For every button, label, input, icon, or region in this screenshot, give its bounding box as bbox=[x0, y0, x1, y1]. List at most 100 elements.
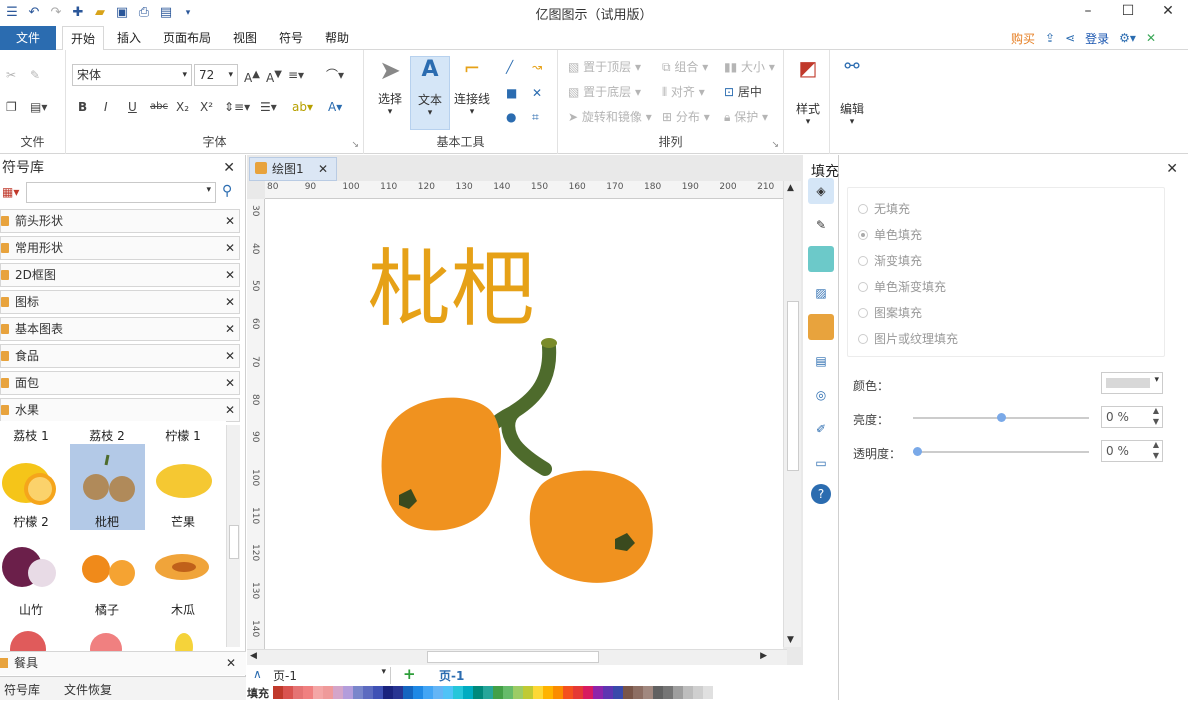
comment-icon[interactable]: ▭ bbox=[808, 450, 834, 476]
close-icon[interactable]: ✕ bbox=[225, 264, 235, 286]
color-swatch[interactable] bbox=[293, 686, 303, 699]
bullets-icon[interactable]: ☰▾ bbox=[260, 98, 277, 116]
center-button[interactable]: ⊡ 居中 bbox=[724, 83, 762, 101]
close-icon[interactable]: ✕ bbox=[225, 210, 235, 232]
shrink-font-icon[interactable]: A▼ bbox=[266, 66, 282, 87]
social-share-icon[interactable]: ⋖ bbox=[1065, 31, 1075, 45]
category-icons[interactable]: 图标 ✕ bbox=[0, 290, 240, 314]
apple-shape[interactable] bbox=[10, 631, 46, 651]
collapse-icon[interactable]: ∧ bbox=[253, 667, 262, 681]
canvas-horizontal-scrollbar[interactable]: ◀ ▶ bbox=[247, 649, 787, 665]
color-swatch[interactable] bbox=[583, 686, 593, 699]
color-swatch[interactable] bbox=[573, 686, 583, 699]
color-swatch[interactable] bbox=[323, 686, 333, 699]
export-icon[interactable]: ▤ bbox=[158, 5, 174, 21]
print-icon[interactable]: ⎙ bbox=[136, 5, 152, 21]
maximize-button[interactable]: ☐ bbox=[1108, 0, 1148, 26]
search-icon[interactable]: ⚲ bbox=[222, 183, 232, 199]
paste-icon[interactable]: ▤▾ bbox=[30, 98, 47, 116]
option-single-gradient-fill[interactable]: 单色渐变填充 bbox=[858, 278, 946, 295]
mangosteen-shape[interactable] bbox=[2, 547, 56, 587]
color-swatch[interactable] bbox=[373, 686, 383, 699]
brightness-input[interactable]: 0 % ▲ ▼ bbox=[1101, 406, 1163, 428]
file-menu[interactable]: 文件 bbox=[0, 26, 56, 50]
superscript-icon[interactable]: X² bbox=[200, 98, 213, 116]
rectangle-icon[interactable]: ■ bbox=[506, 84, 517, 102]
option-no-fill[interactable]: 无填充 bbox=[858, 200, 910, 217]
scroll-thumb[interactable] bbox=[427, 651, 599, 663]
color-swatch[interactable] bbox=[593, 686, 603, 699]
tab-page-layout[interactable]: 页面布局 bbox=[156, 26, 218, 50]
color-swatch[interactable] bbox=[563, 686, 573, 699]
color-swatch[interactable] bbox=[613, 686, 623, 699]
heading-text[interactable]: 枇杷 bbox=[367, 247, 535, 331]
color-swatch[interactable] bbox=[463, 686, 473, 699]
hyperlink-icon[interactable]: ◎ bbox=[808, 382, 834, 408]
color-swatch[interactable] bbox=[423, 686, 433, 699]
dialog-launcher-icon[interactable]: ↘ bbox=[771, 140, 779, 150]
color-swatch[interactable] bbox=[513, 686, 523, 699]
distribute-button[interactable]: ⊞ 分布 ▾ bbox=[662, 108, 710, 126]
document-tab[interactable]: 绘图1 ✕ bbox=[249, 157, 337, 181]
color-swatch[interactable] bbox=[533, 686, 543, 699]
color-swatch[interactable] bbox=[333, 686, 343, 699]
loquat-shape[interactable] bbox=[83, 454, 135, 502]
color-swatch[interactable] bbox=[623, 686, 633, 699]
close-button[interactable]: ✕ bbox=[1148, 0, 1188, 26]
close-icon[interactable]: ✕ bbox=[225, 399, 235, 421]
login-link[interactable]: 登录 bbox=[1085, 30, 1109, 47]
color-swatch[interactable] bbox=[363, 686, 373, 699]
attachment-icon[interactable]: ✐ bbox=[808, 416, 834, 442]
color-swatch[interactable] bbox=[453, 686, 463, 699]
transparency-slider[interactable] bbox=[913, 447, 1089, 456]
rotate-mirror-button[interactable]: ➤ 旋转和镜像 ▾ bbox=[568, 108, 652, 126]
option-solid-fill[interactable]: 单色填充 bbox=[858, 226, 922, 243]
color-swatch[interactable] bbox=[443, 686, 453, 699]
italic-icon[interactable]: I bbox=[104, 98, 108, 116]
search-input[interactable]: ▾ bbox=[26, 182, 216, 203]
slider-knob[interactable] bbox=[997, 413, 1006, 422]
option-gradient-fill[interactable]: 渐变填充 bbox=[858, 252, 922, 269]
color-swatch[interactable] bbox=[313, 686, 323, 699]
papaya-shape[interactable] bbox=[155, 554, 209, 580]
color-swatch[interactable] bbox=[383, 686, 393, 699]
text-button[interactable]: A 文本 ▾ bbox=[410, 56, 450, 130]
color-swatch[interactable] bbox=[663, 686, 673, 699]
lemon-2-shape[interactable] bbox=[156, 464, 212, 498]
color-swatch[interactable] bbox=[653, 686, 663, 699]
group-button[interactable]: ⧉ 组合 ▾ bbox=[662, 58, 708, 76]
pear-shape[interactable] bbox=[175, 633, 193, 651]
arc-icon[interactable]: ↝ bbox=[532, 58, 542, 76]
option-pattern-fill[interactable]: 图案填充 bbox=[858, 304, 922, 321]
point-tool-icon[interactable]: ✕ bbox=[532, 84, 542, 102]
open-icon[interactable]: ▰ bbox=[92, 5, 108, 21]
brightness-slider[interactable] bbox=[913, 413, 1089, 422]
color-swatch[interactable] bbox=[273, 686, 283, 699]
color-swatch[interactable] bbox=[353, 686, 363, 699]
paragraph-spacing-icon[interactable]: ⇕≡▾ bbox=[224, 98, 250, 116]
style-button[interactable]: ◩ 样式 ▾ bbox=[788, 56, 828, 130]
fill-tool-icon[interactable]: ◈ bbox=[808, 178, 834, 204]
close-icon[interactable]: ✕ bbox=[225, 318, 235, 340]
color-swatch[interactable] bbox=[393, 686, 403, 699]
page-tab[interactable]: 页-1 bbox=[439, 667, 464, 684]
crop-icon[interactable]: ⌗ bbox=[532, 108, 539, 126]
color-swatch[interactable] bbox=[633, 686, 643, 699]
format-painter-icon[interactable]: ✎ bbox=[30, 66, 40, 84]
category-tableware[interactable]: 餐具 ✕ bbox=[0, 651, 246, 675]
layer-icon[interactable] bbox=[808, 314, 834, 340]
color-swatch[interactable] bbox=[673, 686, 683, 699]
line-icon[interactable]: ╱ bbox=[506, 58, 513, 76]
close-icon[interactable]: ✕ bbox=[225, 372, 235, 394]
category-2d-block[interactable]: 2D框图 ✕ bbox=[0, 263, 240, 287]
protect-button[interactable]: 🔒︎ 保护 ▾ bbox=[724, 108, 768, 126]
page-select[interactable]: 页-1 ▾ bbox=[273, 667, 391, 684]
color-swatch[interactable] bbox=[433, 686, 443, 699]
color-swatch[interactable] bbox=[493, 686, 503, 699]
scroll-right-icon[interactable]: ▶ bbox=[760, 651, 767, 661]
option-picture-fill[interactable]: 图片或纹理填充 bbox=[858, 330, 958, 347]
bring-front-button[interactable]: ▧ 置于顶层 ▾ bbox=[568, 58, 641, 76]
subscript-icon[interactable]: X₂ bbox=[176, 98, 189, 116]
category-bread[interactable]: 面包 ✕ bbox=[0, 371, 240, 395]
lemon-shape[interactable] bbox=[2, 463, 56, 505]
